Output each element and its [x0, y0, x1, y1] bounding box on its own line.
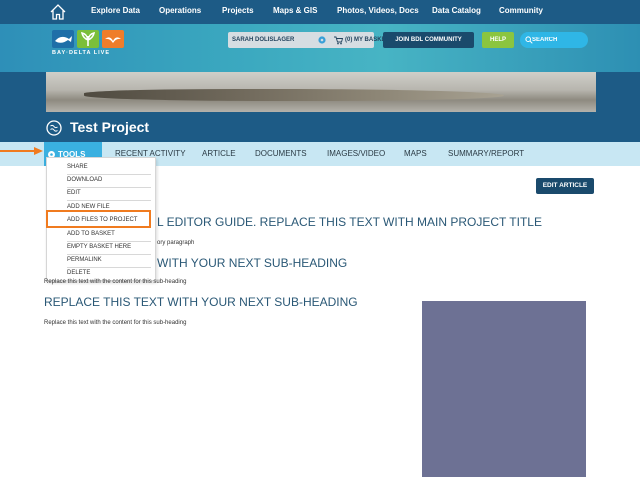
menu-divider — [67, 200, 151, 201]
home-icon[interactable] — [48, 2, 68, 22]
help-button[interactable]: HELP — [482, 32, 514, 48]
pointer-arrow-icon — [0, 147, 43, 155]
article-subheading: WITH YOUR NEXT SUB-HEADING — [157, 256, 348, 270]
top-nav: Explore Data Operations Projects Maps & … — [0, 0, 640, 24]
menu-divider — [67, 174, 151, 175]
join-community-button[interactable]: JOIN BDL COMMUNITY — [383, 32, 474, 48]
menu-divider — [67, 254, 151, 255]
nav-maps-gis[interactable]: Maps & GIS — [273, 6, 317, 15]
menu-item-edit[interactable]: EDIT — [67, 190, 81, 196]
edit-article-button[interactable]: EDIT ARTICLE — [536, 178, 594, 194]
page-title: Test Project — [70, 119, 150, 135]
menu-divider — [67, 241, 151, 242]
logo-tile-plant — [77, 30, 99, 48]
article-subheading: REPLACE THIS TEXT WITH YOUR NEXT SUB-HEA… — [44, 295, 358, 309]
search-box[interactable] — [520, 32, 588, 48]
project-icon — [46, 120, 62, 136]
menu-item-delete[interactable]: DELETE — [67, 270, 90, 276]
menu-item-empty-basket[interactable]: EMPTY BASKET HERE — [67, 244, 131, 250]
article-paragraph: Replace this text with the content for t… — [44, 279, 187, 285]
project-photo — [46, 72, 596, 112]
gear-icon[interactable] — [317, 35, 327, 45]
tab-documents[interactable]: DOCUMENTS — [255, 149, 307, 158]
nav-photos-videos-docs[interactable]: Photos, Videos, Docs — [337, 6, 419, 15]
site-logo[interactable] — [52, 30, 124, 48]
logo-tile-fish — [52, 30, 74, 48]
tab-maps[interactable]: MAPS — [404, 149, 427, 158]
fish-photo-subject — [84, 89, 504, 101]
menu-divider — [67, 187, 151, 188]
highlight-box — [46, 210, 151, 228]
nav-data-catalog[interactable]: Data Catalog — [432, 6, 481, 15]
search-input[interactable] — [532, 34, 586, 46]
project-title-bar: Test Project — [0, 112, 640, 142]
user-menu[interactable]: SARAH DOLISLAGER (0) MY BASKET — [228, 32, 389, 48]
menu-item-download[interactable]: DOWNLOAD — [67, 177, 102, 183]
article-heading: L EDITOR GUIDE. REPLACE THIS TEXT WITH M… — [157, 215, 542, 229]
menu-item-share[interactable]: SHARE — [67, 164, 88, 170]
logo-tile-bird — [102, 30, 124, 48]
photo-margin-right — [596, 72, 640, 112]
nav-community[interactable]: Community — [499, 6, 543, 15]
tab-article[interactable]: ARTICLE — [202, 149, 236, 158]
nav-operations[interactable]: Operations — [159, 6, 201, 15]
user-name[interactable]: SARAH DOLISLAGER — [232, 37, 294, 43]
menu-item-permalink[interactable]: PERMALINK — [67, 257, 102, 263]
menu-divider — [67, 267, 151, 268]
photo-margin-left — [0, 72, 46, 112]
site-banner: BAY·DELTA LIVE SARAH DOLISLAGER (0) MY B… — [0, 24, 640, 87]
logo-text: BAY·DELTA LIVE — [52, 50, 111, 56]
basket-icon[interactable] — [333, 35, 343, 45]
nav-explore-data[interactable]: Explore Data — [91, 6, 140, 15]
nav-projects[interactable]: Projects — [222, 6, 254, 15]
tab-images-video[interactable]: IMAGES/VIDEO — [327, 149, 385, 158]
menu-item-add-to-basket[interactable]: ADD TO BASKET — [67, 231, 115, 237]
article-image-placeholder — [422, 301, 586, 477]
article-paragraph: Replace this text with the content for t… — [44, 320, 187, 326]
article-intro: ory paragraph — [157, 240, 195, 246]
tab-summary-report[interactable]: SUMMARY/REPORT — [448, 149, 524, 158]
